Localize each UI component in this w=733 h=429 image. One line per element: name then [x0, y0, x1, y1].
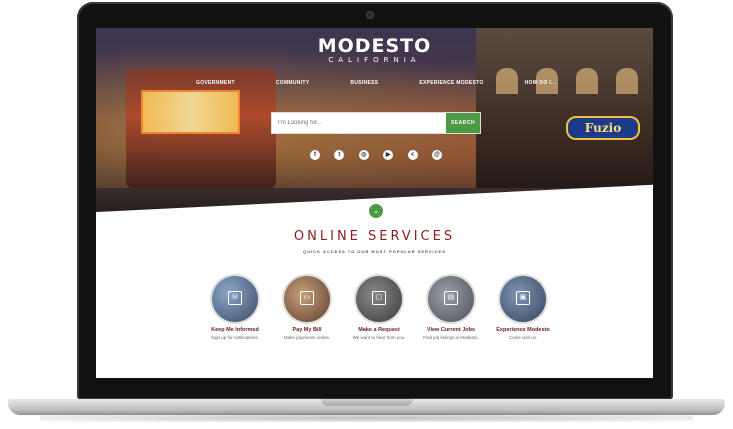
- online-services-subtitle: QUICK ACCESS TO OUR MOST POPULAR SERVICE…: [303, 249, 446, 254]
- service-make-a-request[interactable]: ▢ Make a Request We want to hear from yo…: [348, 276, 410, 340]
- service-image[interactable]: ▭: [284, 276, 330, 322]
- window-image: [576, 68, 598, 94]
- search-input[interactable]: [272, 113, 446, 133]
- laptop-notch: [321, 399, 413, 406]
- service-label[interactable]: Make a Request: [348, 327, 410, 333]
- browser-screen: Fuzio MODESTO CALIFORNIA GOVERNMENT COMM…: [96, 28, 653, 378]
- share-icon[interactable]: <: [407, 150, 418, 160]
- search-bar: SEARCH: [271, 112, 481, 134]
- facebook-icon[interactable]: f: [310, 150, 320, 160]
- credit-card-icon: ▭: [300, 291, 314, 305]
- restaurant-sign: Fuzio: [566, 116, 640, 140]
- briefcase-icon: ▤: [444, 291, 458, 305]
- service-experience-modesto[interactable]: ▣ Experience Modesto Come visit us.: [492, 276, 554, 340]
- main-nav: GOVERNMENT COMMUNITY BUSINESS EXPERIENCE…: [196, 80, 556, 86]
- email-icon[interactable]: @: [431, 150, 442, 160]
- service-description: We want to hear from you.: [352, 335, 406, 340]
- camera-icon: [367, 12, 373, 18]
- nav-item-business[interactable]: BUSINESS: [350, 80, 378, 86]
- nav-item-how-do-i[interactable]: HOW DO I...: [525, 80, 556, 86]
- chevron-down-icon[interactable]: ⌄: [368, 203, 384, 219]
- service-label[interactable]: Pay My Bill: [276, 327, 338, 333]
- service-description: Make payments online.: [283, 335, 331, 340]
- monitor-icon: ▢: [372, 291, 386, 305]
- service-label[interactable]: Keep Me Informed: [204, 327, 266, 333]
- search-button[interactable]: SEARCH: [446, 113, 480, 133]
- service-view-current-jobs[interactable]: ▤ View Current Jobs Find job listings in…: [420, 276, 482, 340]
- service-label[interactable]: View Current Jobs: [420, 327, 482, 333]
- youtube-icon[interactable]: ▶: [383, 150, 394, 160]
- service-description: Find job listings in Modesto.: [423, 335, 479, 340]
- twitter-icon[interactable]: t: [334, 150, 345, 160]
- nav-item-experience-modesto[interactable]: EXPERIENCE MODESTO: [419, 80, 483, 86]
- logo-subtitle: CALIFORNIA: [328, 56, 421, 64]
- instagram-icon[interactable]: ◎: [358, 150, 369, 160]
- service-image[interactable]: ▤: [428, 276, 474, 322]
- envelope-icon: ✉: [228, 291, 242, 305]
- service-description: Sign up for notifications.: [210, 335, 260, 340]
- image-icon: ▣: [516, 291, 530, 305]
- window-image: [616, 68, 638, 94]
- laptop-shadow: [40, 414, 693, 422]
- nav-item-community[interactable]: COMMUNITY: [276, 80, 310, 86]
- hero-banner: Fuzio MODESTO CALIFORNIA GOVERNMENT COMM…: [96, 28, 653, 228]
- service-pay-my-bill[interactable]: ▭ Pay My Bill Make payments online.: [276, 276, 338, 340]
- service-label[interactable]: Experience Modesto: [492, 327, 554, 333]
- theater-marquee-image: [141, 90, 240, 134]
- service-image[interactable]: ▢: [356, 276, 402, 322]
- nav-item-government[interactable]: GOVERNMENT: [196, 80, 235, 86]
- service-image[interactable]: ✉: [212, 276, 258, 322]
- online-services-title: ONLINE SERVICES: [293, 229, 456, 244]
- service-keep-me-informed[interactable]: ✉ Keep Me Informed Sign up for notificat…: [204, 276, 266, 340]
- service-image[interactable]: ▣: [500, 276, 546, 322]
- services-list: ✉ Keep Me Informed Sign up for notificat…: [204, 276, 554, 340]
- service-description: Come visit us.: [508, 335, 538, 340]
- logo-title: MODESTO: [317, 35, 432, 57]
- site-logo[interactable]: MODESTO CALIFORNIA: [96, 36, 653, 65]
- social-links: f t ◎ ▶ < @: [310, 150, 442, 160]
